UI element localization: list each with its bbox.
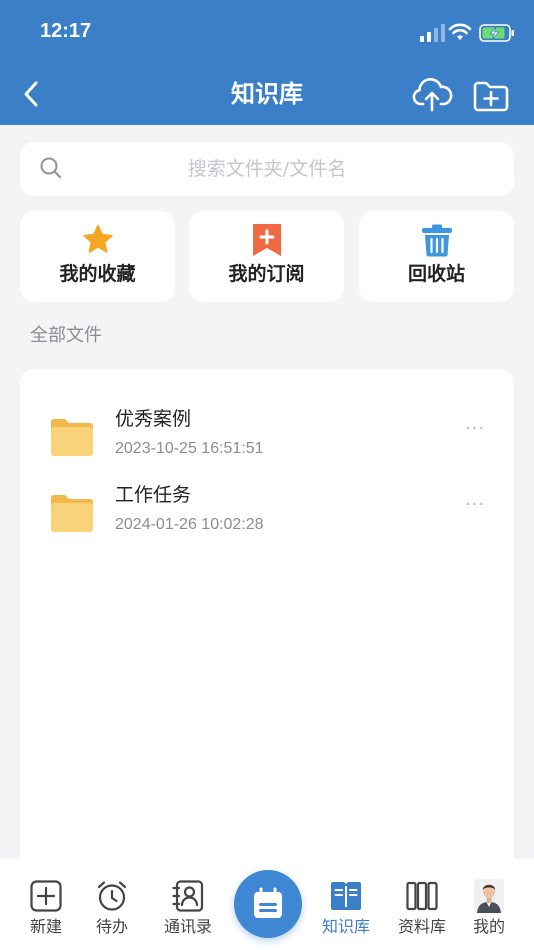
tab-new[interactable]: 新建 — [16, 859, 76, 950]
wifi-icon — [448, 23, 472, 40]
app-header: 12:17 知识库 — [0, 0, 534, 125]
file-row[interactable]: 优秀案例 2023-10-25 16:51:51 ··· — [20, 405, 514, 481]
tab-todo-label: 待办 — [95, 917, 128, 936]
search-input[interactable] — [80, 142, 454, 196]
trash-icon — [421, 224, 452, 257]
tab-library[interactable]: 资料库 — [390, 859, 454, 950]
bookmark-plus-icon — [252, 224, 281, 256]
tab-new-label: 新建 — [29, 917, 62, 936]
star-icon — [82, 224, 113, 253]
section-title: 全部文件 — [30, 325, 102, 346]
recycle-bin-card[interactable]: 回收站 — [359, 211, 514, 302]
status-time: 12:17 — [40, 20, 92, 42]
battery-charging-icon — [479, 24, 514, 42]
page-title: 知识库 — [231, 80, 303, 108]
recycle-bin-label: 回收站 — [407, 263, 465, 285]
file-list: 优秀案例 2023-10-25 16:51:51 ··· 工作任务 2024-0… — [20, 369, 514, 889]
cellular-signal-icon — [420, 24, 445, 42]
cloud-upload-icon[interactable] — [411, 76, 453, 114]
tab-contacts[interactable]: 通讯录 — [152, 859, 224, 950]
new-folder-icon[interactable] — [471, 76, 511, 114]
folder-icon — [51, 495, 93, 532]
bookshelf-icon — [406, 881, 438, 911]
subscriptions-label: 我的订阅 — [228, 263, 305, 285]
more-options-icon[interactable]: ··· — [460, 419, 490, 439]
open-book-icon — [331, 882, 361, 910]
plus-square-icon — [30, 880, 62, 912]
tab-todo[interactable]: 待办 — [82, 859, 142, 950]
search-icon — [40, 157, 62, 179]
file-name: 工作任务 — [115, 484, 192, 506]
favorites-label: 我的收藏 — [59, 263, 136, 285]
contacts-icon — [172, 880, 204, 912]
folder-icon — [51, 419, 93, 456]
search-bar[interactable] — [20, 142, 514, 196]
calendar-center-button[interactable] — [234, 870, 302, 938]
file-name: 优秀案例 — [115, 408, 192, 430]
calendar-icon — [254, 887, 282, 918]
tab-contacts-label: 通讯录 — [163, 917, 212, 936]
file-date: 2023-10-25 16:51:51 — [115, 440, 264, 457]
file-row[interactable]: 工作任务 2024-01-26 10:02:28 ··· — [20, 481, 514, 557]
subscriptions-card[interactable]: 我的订阅 — [189, 211, 344, 302]
tab-me[interactable]: 我的 — [464, 859, 514, 950]
more-options-icon[interactable]: ··· — [460, 495, 490, 515]
avatar — [474, 879, 504, 913]
favorites-card[interactable]: 我的收藏 — [20, 211, 175, 302]
tab-knowledge-base-label: 知识库 — [321, 917, 370, 936]
tab-knowledge-base[interactable]: 知识库 — [314, 859, 378, 950]
tab-me-label: 我的 — [472, 917, 505, 936]
alarm-clock-icon — [97, 881, 127, 911]
file-date: 2024-01-26 10:02:28 — [115, 516, 264, 533]
tab-library-label: 资料库 — [397, 917, 446, 936]
status-bar: 12:17 — [0, 0, 534, 60]
